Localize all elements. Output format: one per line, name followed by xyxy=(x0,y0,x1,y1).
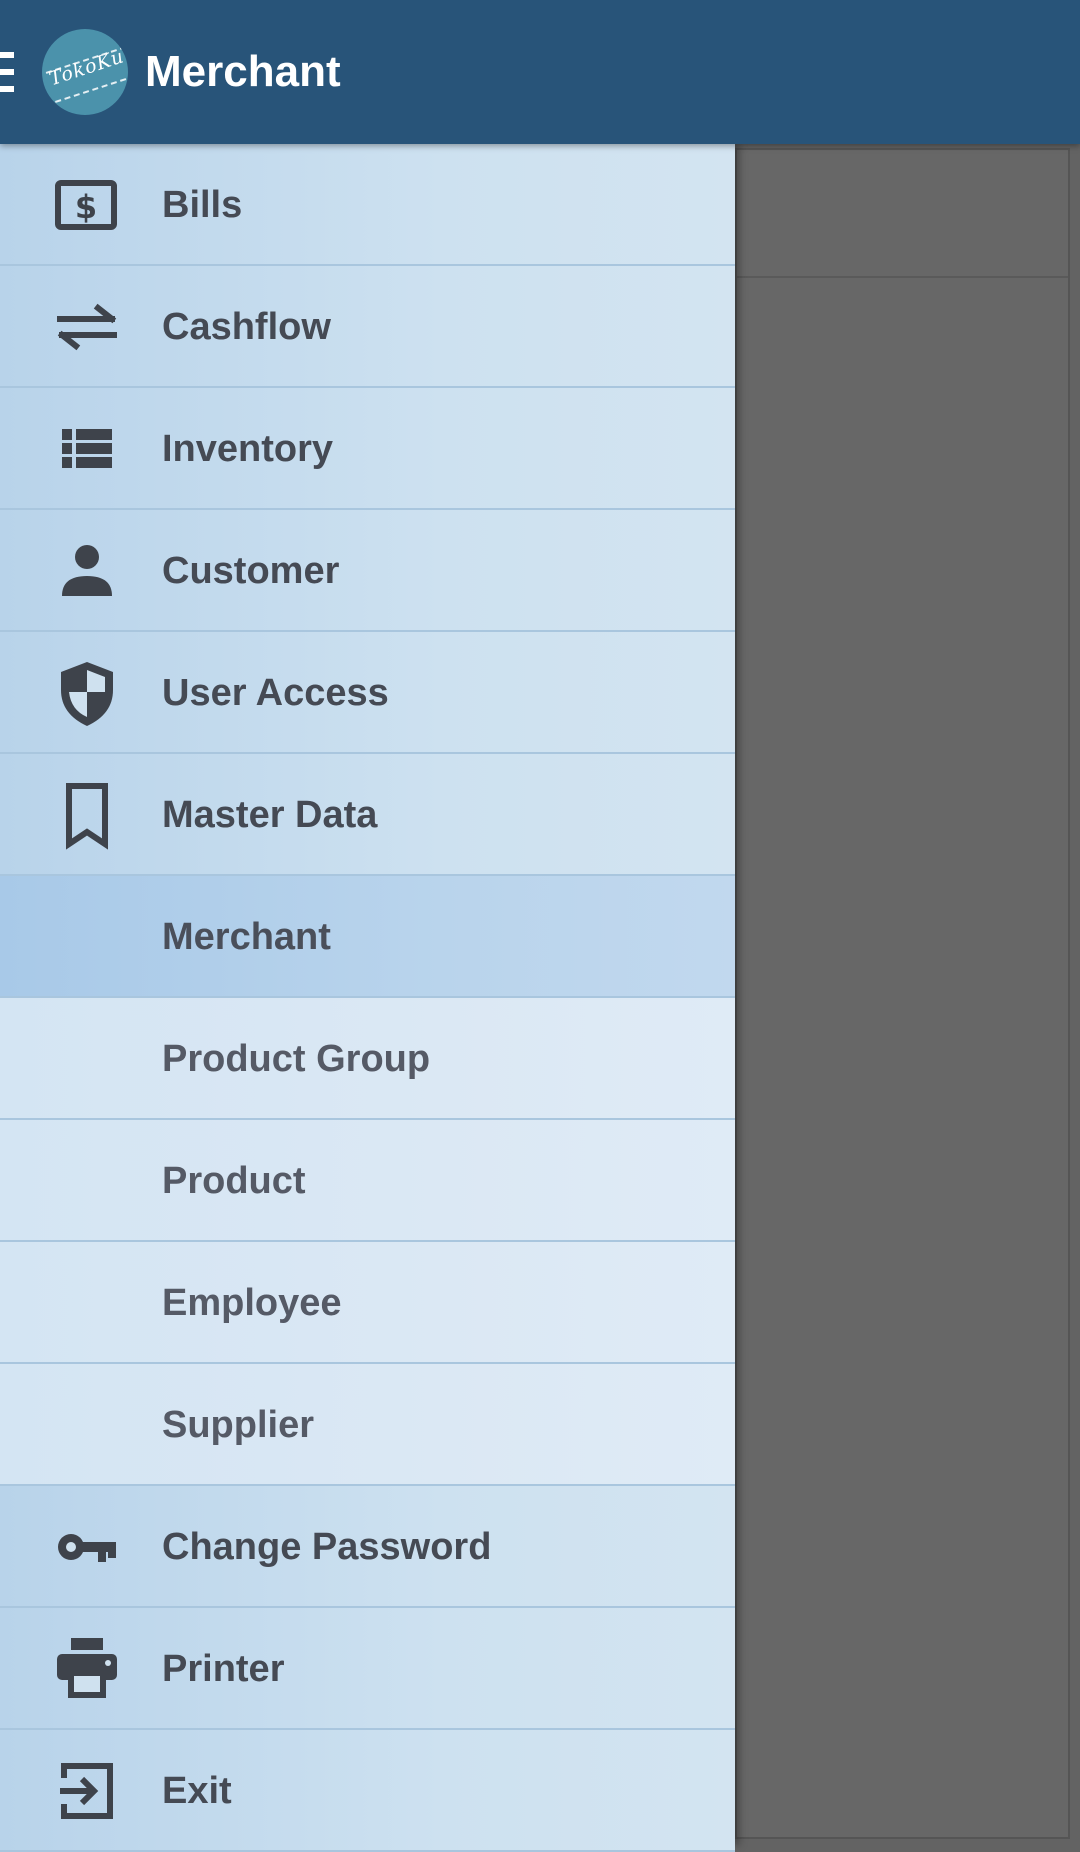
drawer-item-bills[interactable]: $ Bills xyxy=(0,144,735,266)
drawer-item-customer[interactable]: Customer xyxy=(0,510,735,632)
printer-icon xyxy=(54,1638,120,1698)
content-area-dimmed xyxy=(735,148,1070,1839)
svg-text:$: $ xyxy=(75,188,97,226)
navigation-drawer: $ Bills Cashflow Inventory Customer User… xyxy=(0,144,735,1852)
key-icon xyxy=(54,1520,120,1574)
bill-icon: $ xyxy=(54,178,120,232)
drawer-item-user-access[interactable]: User Access xyxy=(0,632,735,754)
drawer-subitem-supplier[interactable]: Supplier xyxy=(0,1364,735,1486)
drawer-item-label: Exit xyxy=(162,1770,232,1812)
drawer-item-exit[interactable]: Exit xyxy=(0,1730,735,1852)
drawer-item-label: Master Data xyxy=(162,794,378,836)
hamburger-icon[interactable] xyxy=(0,52,14,92)
drawer-subitem-employee[interactable]: Employee xyxy=(0,1242,735,1364)
drawer-item-label: Product Group xyxy=(162,1038,431,1080)
drawer-subitem-merchant[interactable]: Merchant xyxy=(0,876,735,998)
drawer-item-label: Change Password xyxy=(162,1526,492,1568)
drawer-item-change-password[interactable]: Change Password xyxy=(0,1486,735,1608)
drawer-item-inventory[interactable]: Inventory xyxy=(0,388,735,510)
bookmark-icon xyxy=(54,783,120,850)
drawer-item-label: Inventory xyxy=(162,428,334,470)
drawer-item-cashflow[interactable]: Cashflow xyxy=(0,266,735,388)
drawer-item-label: Printer xyxy=(162,1648,285,1690)
shield-icon xyxy=(54,662,120,726)
drawer-item-label: User Access xyxy=(162,672,389,714)
person-icon xyxy=(54,544,120,598)
swap-arrows-icon xyxy=(54,300,120,354)
drawer-item-master-data[interactable]: Master Data xyxy=(0,754,735,876)
drawer-subitem-product[interactable]: Product xyxy=(0,1120,735,1242)
drawer-item-label: Cashflow xyxy=(162,306,331,348)
page-title: Merchant xyxy=(145,47,341,96)
drawer-subitem-product-group[interactable]: Product Group xyxy=(0,998,735,1120)
exit-icon xyxy=(54,1763,120,1819)
drawer-item-printer[interactable]: Printer xyxy=(0,1608,735,1730)
drawer-item-label: Employee xyxy=(162,1282,342,1324)
app-bar: TokoKu Merchant xyxy=(0,0,1080,144)
drawer-item-label: Supplier xyxy=(162,1404,315,1446)
list-icon xyxy=(54,422,120,476)
app-logo: TokoKu xyxy=(42,29,128,115)
drawer-item-label: Customer xyxy=(162,550,340,592)
drawer-item-label: Product xyxy=(162,1160,306,1202)
drawer-item-label: Merchant xyxy=(162,916,331,958)
drawer-item-label: Bills xyxy=(162,184,243,226)
